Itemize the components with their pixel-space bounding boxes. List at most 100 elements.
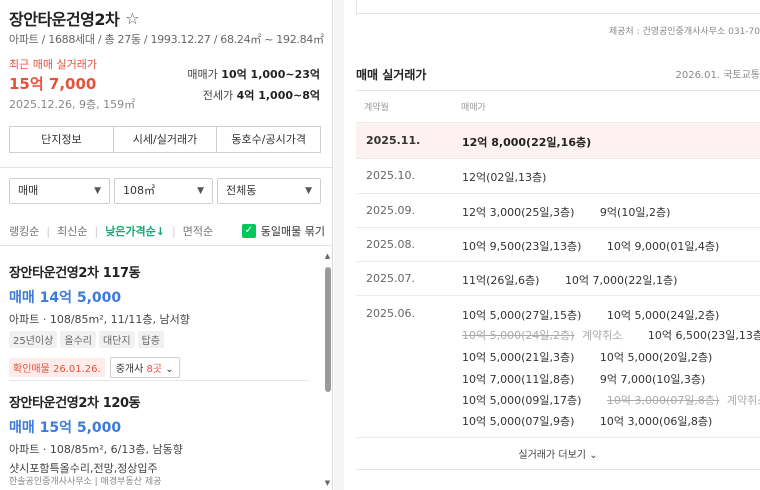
divider xyxy=(0,167,332,168)
area-select[interactable]: 108㎡ ▼ xyxy=(114,178,213,204)
chevron-down-icon: ▼ xyxy=(94,186,101,196)
trade-line: 10억 5,000(24일,2층) 계약취소 10억 6,500(23일,13층… xyxy=(462,327,760,343)
chevron-down-icon: ▼ xyxy=(197,186,204,196)
listing-scrollbar[interactable]: ▲ ▼ xyxy=(322,252,332,490)
title-row: 장안타운건영2차 ☆ xyxy=(9,6,140,30)
listing-list: 장안타운건영2차 117동 매매 14억 5,000 아파트 · 108/85m… xyxy=(0,246,320,490)
trade-entry: 10억 5,000(09일,17층) xyxy=(462,394,582,407)
tab-unit-official-price[interactable]: 동호수/공시가격 xyxy=(217,127,320,152)
trade-entry: 12억 3,000(25일,3층) xyxy=(462,206,575,219)
area-value: 108㎡ xyxy=(123,184,155,197)
tab-price-trades[interactable]: 시세/실거래가 xyxy=(114,127,218,152)
more-trades-label: 실거래가 더보기 xyxy=(518,450,586,461)
listing-card[interactable]: 장안타운건영2차 117동 매매 14억 5,000 아파트 · 108/85m… xyxy=(9,262,309,378)
trade-entry: 10억 5,000(07일,9층) xyxy=(462,415,575,428)
trade-entry: 12억 8,000(22일,16층) xyxy=(462,136,592,149)
jeonse-price-range: 전세가 4억 1,000~8억 xyxy=(203,87,320,103)
trade-row: 2025.11. 12억 8,000(22일,16층) xyxy=(356,122,760,158)
agent-count: 8곳 xyxy=(146,364,163,375)
divider xyxy=(356,469,760,470)
trade-entry: 10억 3,000(06일,8층) xyxy=(599,415,713,428)
confirmed-listing-badge: 확인매물 26.01.26. xyxy=(9,358,105,377)
trade-row: 2025.06. 10억 5,000(27일,15층) 10억 5,000(24… xyxy=(356,295,760,437)
trade-entry: 10억 5,000(27일,15층) xyxy=(462,309,582,322)
section-source-date: 2026.01. 국토교통 xyxy=(675,70,760,81)
trade-entry: 10억 9,000(01일,4층) xyxy=(606,240,720,253)
trade-entry: 11억(26일,6층) xyxy=(462,274,540,287)
trade-entry: 10억 7,000(11일,8층) xyxy=(462,373,575,386)
panel-gap xyxy=(334,0,344,490)
trade-line: 10억 9,500(23일,13층) 10억 9,000(01일,4층) xyxy=(462,238,741,254)
listing-card[interactable]: 장안타운건영2차 120동 매매 15억 5,000 아파트 · 108/85m… xyxy=(9,392,309,476)
listing-source: 한솔공인중개사사무소 | 매경부동산 제공 xyxy=(9,477,162,487)
recent-trade-price: 15억 7,000 xyxy=(9,75,97,93)
same-listing-toggle[interactable]: ✓ 동일매물 묶기 xyxy=(241,223,325,239)
trade-history-panel: 제공처 : 건영공인중개사사무소 031-70 매매 실거래가 2026.01.… xyxy=(344,0,760,490)
trade-row: 2025.10. 12억(02일,13층) xyxy=(356,158,760,193)
trade-month: 2025.11. xyxy=(366,134,421,147)
sort-separator: | xyxy=(172,224,176,238)
trade-line: 10억 5,000(21일,3층) 10억 5,000(20일,2층) xyxy=(462,349,734,365)
listing-tags: 25년이상 올수리 대단지 탑층 xyxy=(9,331,309,348)
trade-entry: 10억 5,000(21일,3층) xyxy=(462,351,575,364)
complex-info: 아파트 / 1688세대 / 총 27동 / 1993.12.27 / 68.2… xyxy=(9,33,324,46)
trade-month: 2025.07. xyxy=(366,272,415,285)
trade-entry: 10억 5,000(24일,2층) xyxy=(606,309,720,322)
chevron-down-icon: ⌄ xyxy=(165,364,174,375)
trade-line: 10억 5,000(27일,15층) 10억 5,000(24일,2층) xyxy=(462,307,741,323)
recent-trade-date: 2025.12.26, 9층, 159㎡ xyxy=(9,98,136,111)
listing-price: 매매 15억 5,000 xyxy=(9,420,122,436)
trade-entry: 10억 5,000(20일,2층) xyxy=(599,351,713,364)
more-trades-button[interactable]: 실거래가 더보기 ⌄ xyxy=(356,437,760,461)
trade-month: 2025.10. xyxy=(366,169,415,182)
sort-separator: | xyxy=(46,224,51,238)
listing-detail: 아파트 · 108/85m², 11/11층, 남서향 xyxy=(9,313,190,326)
column-header-price: 매매가 xyxy=(461,103,486,113)
sale-price-value: 10억 1,000~23억 xyxy=(221,68,320,81)
sort-low-price[interactable]: 낮은가격순↓ xyxy=(105,223,165,239)
page-title: 장안타운건영2차 xyxy=(9,10,120,29)
chevron-down-icon: ⌄ xyxy=(589,450,598,461)
tab-complex-info[interactable]: 단지정보 xyxy=(10,127,114,152)
favorite-star-icon[interactable]: ☆ xyxy=(125,9,139,28)
section-title: 매매 실거래가 xyxy=(356,68,427,82)
divider xyxy=(9,380,309,381)
scroll-down-icon[interactable]: ▼ xyxy=(322,479,332,487)
trade-line: 10억 5,000(09일,17층) 10억 3,000(07일,8층) 계약취… xyxy=(462,392,760,408)
trade-type-select[interactable]: 매매 ▼ xyxy=(9,178,110,204)
divider xyxy=(356,90,760,91)
sort-latest[interactable]: 최신순 xyxy=(57,223,87,239)
trade-line: 10억 7,000(11일,8층) 9억 7,000(10일,3층) xyxy=(462,371,727,387)
column-header-month: 계약월 xyxy=(364,103,389,113)
scrollbar-thumb[interactable] xyxy=(325,267,331,392)
complex-panel: 장안타운건영2차 ☆ 아파트 / 1688세대 / 총 27동 / 1993.1… xyxy=(0,0,333,490)
agent-dropdown-button[interactable]: 중개사 8곳 ⌄ xyxy=(109,357,180,378)
chevron-down-icon: ▼ xyxy=(305,186,312,196)
filter-selects: 매매 ▼ 108㎡ ▼ 전체동 ▼ xyxy=(9,178,321,204)
previous-section-box xyxy=(356,0,760,14)
trade-line: 12억(02일,13층) xyxy=(462,169,568,185)
same-listing-label: 동일매물 묶기 xyxy=(260,225,325,238)
listing-confirm-row: 확인매물 26.01.26. 중개사 8곳 ⌄ xyxy=(9,357,309,378)
sort-ranking[interactable]: 랭킹순 xyxy=(9,223,39,239)
sort-area[interactable]: 면적순 xyxy=(183,223,213,239)
trade-entry: 9억(10일,2층) xyxy=(599,206,671,219)
trade-line: 12억 3,000(25일,3층) 9억(10일,2층) xyxy=(462,204,692,220)
cancelled-note: 계약취소 xyxy=(726,394,760,407)
trade-month: 2025.09. xyxy=(366,204,415,217)
listing-title: 장안타운건영2차 120동 xyxy=(9,396,141,411)
scroll-up-icon[interactable]: ▲ xyxy=(322,252,332,260)
listing-detail: 아파트 · 108/85m², 6/13층, 남동향 xyxy=(9,443,183,456)
cancelled-trade-entry: 10억 5,000(24일,2층) xyxy=(462,329,575,342)
trade-entry: 10억 7,000(22일,1층) xyxy=(564,274,678,287)
sort-options: 랭킹순 | 최신순 | 낮은가격순↓ | 면적순 ✓ 동일매물 묶기 xyxy=(9,223,325,239)
checkbox-checked-icon[interactable]: ✓ xyxy=(241,224,256,238)
building-select[interactable]: 전체동 ▼ xyxy=(217,178,321,204)
trade-row: 2025.09. 12억 3,000(25일,3층) 9억(10일,2층) xyxy=(356,193,760,227)
provider-note: 제공처 : 건영공인중개사사무소 031-70 xyxy=(608,27,760,37)
cancelled-trade-entry: 10억 3,000(07일,8층) xyxy=(606,394,720,407)
agent-label: 중개사 xyxy=(115,364,144,375)
trade-entry: 10억 9,500(23일,13층) xyxy=(462,240,582,253)
building-value: 전체동 xyxy=(226,184,257,197)
trade-row: 2025.07. 11억(26일,6층) 10억 7,000(22일,1층) xyxy=(356,261,760,295)
